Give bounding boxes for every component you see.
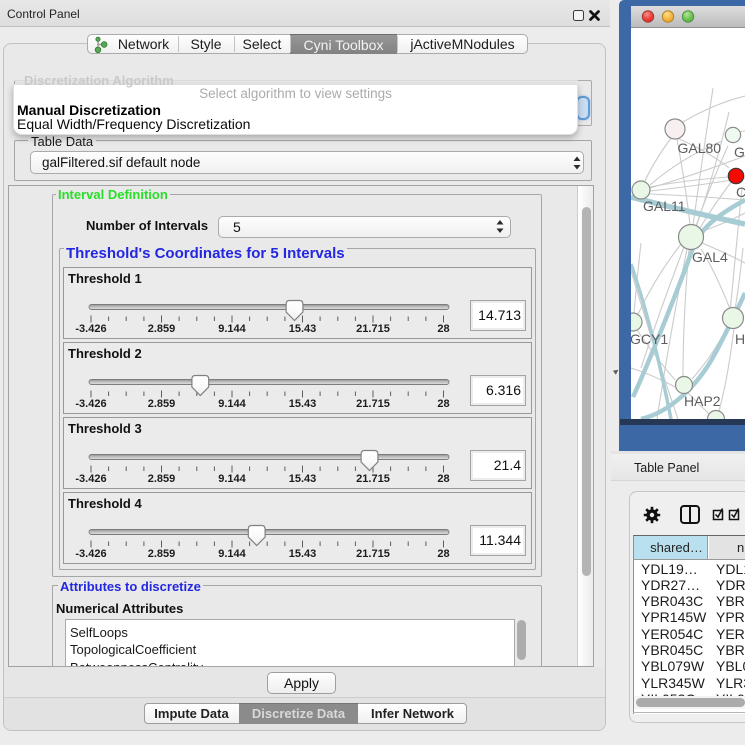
svg-text:-3.426: -3.426 <box>75 323 106 335</box>
svg-text:2.859: 2.859 <box>148 323 176 335</box>
svg-text:-3.426: -3.426 <box>75 398 106 410</box>
svg-text:2.859: 2.859 <box>148 473 176 485</box>
svg-text:21.715: 21.715 <box>356 323 390 335</box>
svg-text:21.715: 21.715 <box>356 398 390 410</box>
svg-text:HAP2: HAP2 <box>684 393 721 409</box>
svg-text:9.144: 9.144 <box>218 548 246 560</box>
svg-text:28: 28 <box>437 473 449 485</box>
svg-text:GAL4: GAL4 <box>692 249 728 265</box>
svg-text:C: C <box>736 184 745 200</box>
svg-text:GCY1: GCY1 <box>631 331 668 347</box>
svg-text:15.43: 15.43 <box>289 323 317 335</box>
svg-text:2.859: 2.859 <box>148 548 176 560</box>
svg-text:15.43: 15.43 <box>289 398 317 410</box>
svg-text:9.144: 9.144 <box>218 323 246 335</box>
svg-text:21.715: 21.715 <box>356 548 390 560</box>
svg-text:21.715: 21.715 <box>356 473 390 485</box>
svg-text:28: 28 <box>437 398 449 410</box>
svg-text:-3.426: -3.426 <box>75 473 106 485</box>
svg-text:2.859: 2.859 <box>148 398 176 410</box>
svg-text:28: 28 <box>437 323 449 335</box>
svg-text:28: 28 <box>437 548 449 560</box>
svg-text:9.144: 9.144 <box>218 473 246 485</box>
svg-text:9.144: 9.144 <box>218 398 246 410</box>
svg-text:H: H <box>735 331 745 347</box>
svg-text:15.43: 15.43 <box>289 548 317 560</box>
svg-text:15.43: 15.43 <box>289 473 317 485</box>
svg-text:G.: G. <box>734 144 745 160</box>
svg-text:GAL11: GAL11 <box>643 198 686 214</box>
svg-text:-3.426: -3.426 <box>75 548 106 560</box>
svg-text:GAL80: GAL80 <box>678 140 722 156</box>
